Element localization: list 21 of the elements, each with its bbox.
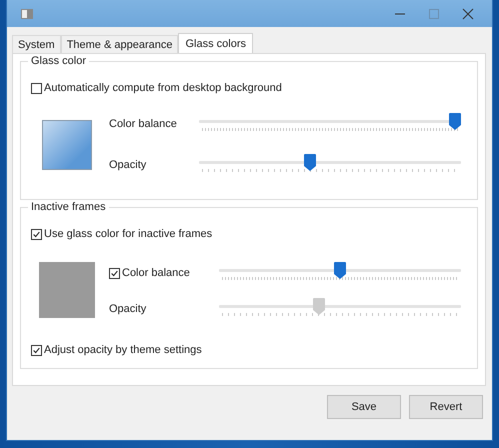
button[interactable]: Save [327,395,401,419]
close-icon[interactable] [462,8,474,20]
slider-label: Color balance [122,267,190,279]
checkbox-label: Adjust opacity by theme settings [44,344,202,356]
slider-label: Opacity [109,303,146,315]
slider-label: Color balance [109,118,177,130]
tab[interactable]: System [12,35,61,53]
checkbox-label: Automatically compute from desktop background [44,82,282,94]
app-icon [21,8,33,18]
slider-thumb[interactable] [334,262,346,280]
checkbox-label: Use glass color for inactive frames [44,228,212,240]
slider-thumb[interactable] [449,113,461,131]
button[interactable]: Revert [409,395,483,419]
checkbox[interactable] [31,82,42,94]
tab[interactable]: Glass colors [178,33,254,53]
checkbox[interactable] [31,228,42,240]
tab[interactable]: Theme & appearance [60,35,178,53]
checkbox[interactable] [109,268,120,278]
slider-thumb[interactable] [304,154,316,172]
slider-label: Opacity [109,159,146,171]
checkbox[interactable] [31,344,42,356]
